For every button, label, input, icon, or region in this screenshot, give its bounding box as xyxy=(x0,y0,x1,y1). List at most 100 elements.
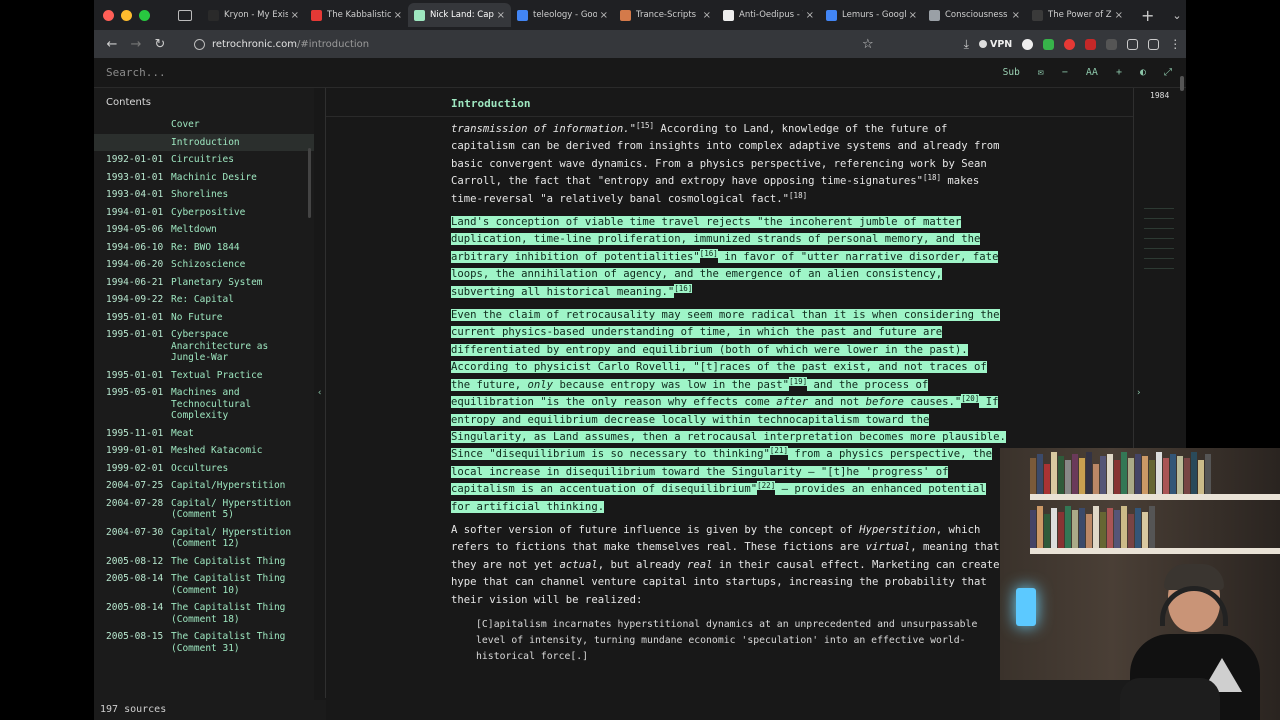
toc-title: The Capitalist Thing (Comment 18) xyxy=(171,602,286,625)
extension-icon[interactable] xyxy=(1064,38,1076,50)
search-input[interactable]: Search... xyxy=(106,66,706,79)
tab-close-icon[interactable]: × xyxy=(909,10,917,21)
page-scrollbar[interactable] xyxy=(1180,76,1184,91)
timeline-minimap[interactable]: 1984 xyxy=(1144,88,1184,508)
toc-item[interactable]: 1992-01-01 Circuitries xyxy=(94,151,314,169)
footnote-link[interactable]: [16] xyxy=(699,248,718,258)
extension-icon[interactable] xyxy=(1106,38,1118,50)
toc-date xyxy=(106,119,171,131)
toc-item[interactable]: 1995-05-01 Machines and Technocultural Co… xyxy=(94,384,314,425)
minimize-window-button[interactable] xyxy=(121,9,132,21)
toc-item[interactable]: 1994-06-21 Planetary System xyxy=(94,274,314,292)
close-window-button[interactable] xyxy=(103,9,114,21)
collapse-sidebar-icon[interactable]: ‹ xyxy=(317,388,322,398)
toc-item[interactable]: 2005-08-15 The Capitalist Thing (Comment … xyxy=(94,628,314,657)
toc-item[interactable]: 1995-01-01 No Future xyxy=(94,309,314,327)
new-tab-button[interactable]: + xyxy=(1141,6,1154,25)
back-button[interactable]: ← xyxy=(100,37,124,52)
tab-title: teleology - Goog xyxy=(533,10,597,20)
footnote-link[interactable]: [18] xyxy=(923,173,941,182)
theme-toggle-icon[interactable]: ◐ xyxy=(1140,67,1146,78)
zoom-window-button[interactable] xyxy=(139,9,150,21)
browser-tab[interactable]: Consciousness N× xyxy=(923,3,1026,27)
toc-item[interactable]: 1993-01-01 Machinic Desire xyxy=(94,169,314,187)
extension-icon[interactable] xyxy=(1043,38,1055,50)
footnote-link[interactable]: [22] xyxy=(757,481,776,491)
vpn-button[interactable]: VPN xyxy=(979,39,1012,50)
subscribe-button[interactable]: Sub xyxy=(1003,67,1020,78)
toc-item[interactable]: 1994-06-10 Re: BWO 1844 xyxy=(94,239,314,257)
toc-date: 1995-01-01 xyxy=(106,329,164,340)
toc-item[interactable]: 1994-06-20 Schizoscience xyxy=(94,256,314,274)
forward-button[interactable]: → xyxy=(124,37,148,52)
tab-title: Lemurs - Google xyxy=(842,10,906,20)
font-size-button[interactable]: AA xyxy=(1086,67,1098,78)
browser-tab[interactable]: The Power of Zero -× xyxy=(1026,3,1129,27)
extensions-puzzle-icon[interactable] xyxy=(1127,38,1139,50)
zoom-in-icon[interactable]: + xyxy=(1116,67,1122,78)
footnote-link[interactable]: [21] xyxy=(769,446,788,456)
mail-icon[interactable]: ✉ xyxy=(1038,67,1044,78)
browser-tab[interactable]: Anti-Oedipus - W× xyxy=(717,3,820,27)
tab-close-icon[interactable]: × xyxy=(806,10,814,21)
footnote-link[interactable]: [20] xyxy=(961,394,980,404)
adblock-icon[interactable] xyxy=(1085,38,1097,50)
toc-item[interactable]: 1994-05-06 Meltdown xyxy=(94,221,314,239)
toc-date: 2004-07-25 xyxy=(106,480,164,491)
fullscreen-icon[interactable]: ⤢ xyxy=(1164,67,1172,78)
browser-tab[interactable]: teleology - Goog × xyxy=(511,3,614,27)
toc-item[interactable]: 1994-01-01 Cyberpositive xyxy=(94,204,314,222)
toc-item[interactable]: Cover xyxy=(94,116,314,134)
tab-close-icon[interactable]: × xyxy=(1012,10,1020,21)
side-panel-icon[interactable] xyxy=(1148,38,1160,50)
browser-tab[interactable]: The Kabbalistic Vi× xyxy=(305,3,408,27)
browser-tab[interactable]: Nick Land: Capit × xyxy=(408,3,511,27)
download-icon[interactable]: ⤓ xyxy=(964,37,969,52)
toc-item[interactable]: 1999-02-01 Occultures xyxy=(94,460,314,478)
tab-search-icon[interactable]: ⌄ xyxy=(1172,9,1181,22)
tab-close-icon[interactable]: × xyxy=(291,10,299,21)
footnote-link[interactable]: [18] xyxy=(789,191,807,200)
toc-title: No Future xyxy=(171,311,223,323)
toc-item[interactable]: 2004-07-30 Capital/ Hyperstition (Comment… xyxy=(94,524,314,553)
extension-icon[interactable] xyxy=(1022,38,1034,50)
toc-item[interactable]: 1995-11-01 Meat xyxy=(94,425,314,443)
toc-title: The Capitalist Thing (Comment 10) xyxy=(171,573,286,596)
address-bar[interactable]: retrochronic.com/#introduction xyxy=(194,33,772,55)
footnote-link[interactable]: [15] xyxy=(636,121,654,130)
toc-item[interactable]: 1994-09-22 Re: Capital xyxy=(94,291,314,309)
reload-button[interactable]: ↻ xyxy=(148,37,172,52)
toc-item[interactable]: 2005-08-12 The Capitalist Thing xyxy=(94,553,314,571)
menu-icon[interactable]: ⋮ xyxy=(1169,37,1181,51)
bookmark-star-icon[interactable]: ☆ xyxy=(862,37,874,52)
tab-title: The Kabbalistic Vi xyxy=(327,10,391,20)
tab-close-icon[interactable]: × xyxy=(703,10,711,21)
toc-item[interactable]: 1999-01-01 Meshed Katacomic xyxy=(94,442,314,460)
next-section-icon[interactable]: › xyxy=(1136,388,1141,398)
toc-item[interactable]: 1995-01-01 Textual Practice xyxy=(94,367,314,385)
sidebar-scrollbar[interactable] xyxy=(308,148,311,218)
toc-item[interactable]: 1993-04-01 Shorelines xyxy=(94,186,314,204)
site-info-icon[interactable] xyxy=(194,38,205,50)
browser-tab[interactable]: Lemurs - Google × xyxy=(820,3,923,27)
toc-item[interactable]: 2004-07-25 Capital/Hyperstition xyxy=(94,477,314,495)
tab-overview-icon[interactable] xyxy=(178,9,192,21)
toc-item[interactable]: 2005-08-14 The Capitalist Thing (Comment … xyxy=(94,570,314,599)
tab-close-icon[interactable]: × xyxy=(1115,10,1123,21)
toc-title: Cover xyxy=(171,119,200,130)
toc-item[interactable]: 1995-01-01 Cyberspace Anarchitecture as J… xyxy=(94,326,314,367)
browser-tab[interactable]: Trance-Scripts × xyxy=(614,3,717,27)
tab-close-icon[interactable]: × xyxy=(600,10,608,21)
zoom-out-icon[interactable]: − xyxy=(1062,67,1068,78)
footnote-link[interactable]: [19] xyxy=(789,376,808,386)
toc-item[interactable]: Introduction xyxy=(94,133,314,151)
toc-item[interactable]: 2005-08-14 The Capitalist Thing (Comment … xyxy=(94,599,314,628)
tab-close-icon[interactable]: × xyxy=(497,10,505,21)
toc-title: Meshed Katacomic xyxy=(171,445,263,456)
toc-item[interactable]: 2004-07-28 Capital/ Hyperstition (Comment… xyxy=(94,495,314,524)
browser-tab[interactable]: Kryon - My Existi× xyxy=(202,3,305,27)
toc-title: Capital/ Hyperstition (Comment 5) xyxy=(171,497,292,521)
footnote-link[interactable]: [16] xyxy=(674,283,693,293)
tab-close-icon[interactable]: × xyxy=(394,10,402,21)
minimap-mark xyxy=(1144,268,1174,269)
